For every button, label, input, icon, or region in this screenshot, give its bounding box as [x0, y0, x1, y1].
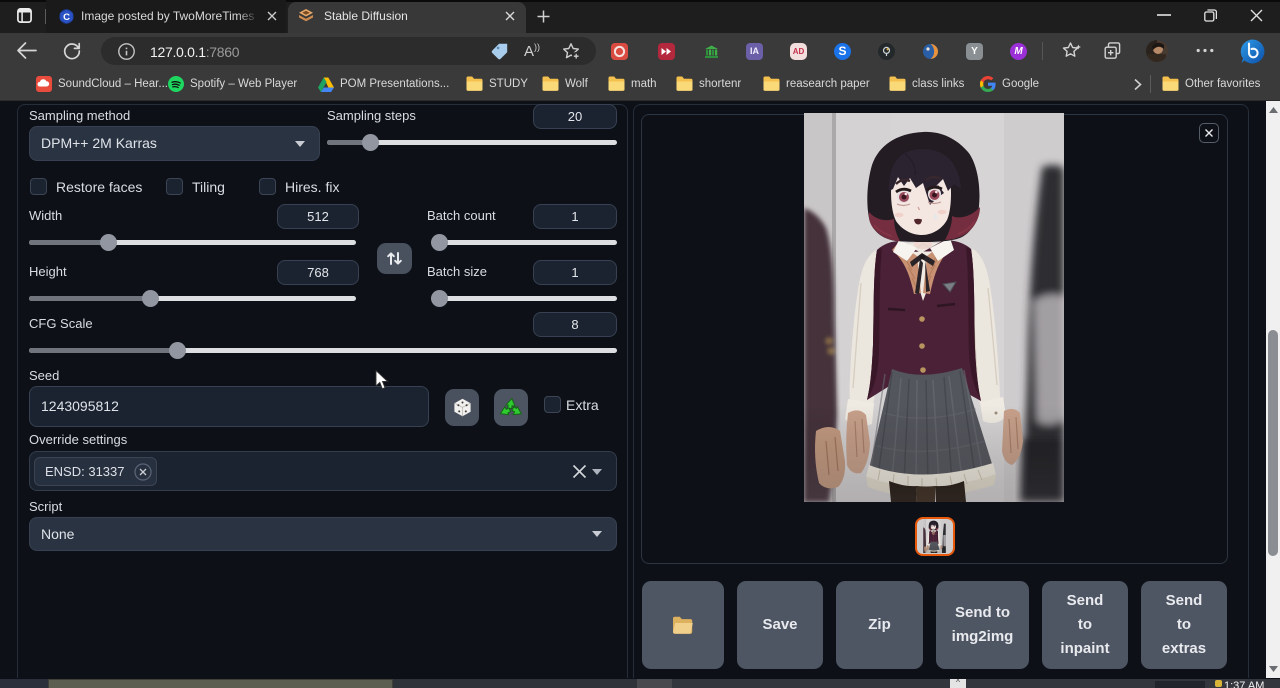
svg-text:C: C [63, 12, 70, 23]
